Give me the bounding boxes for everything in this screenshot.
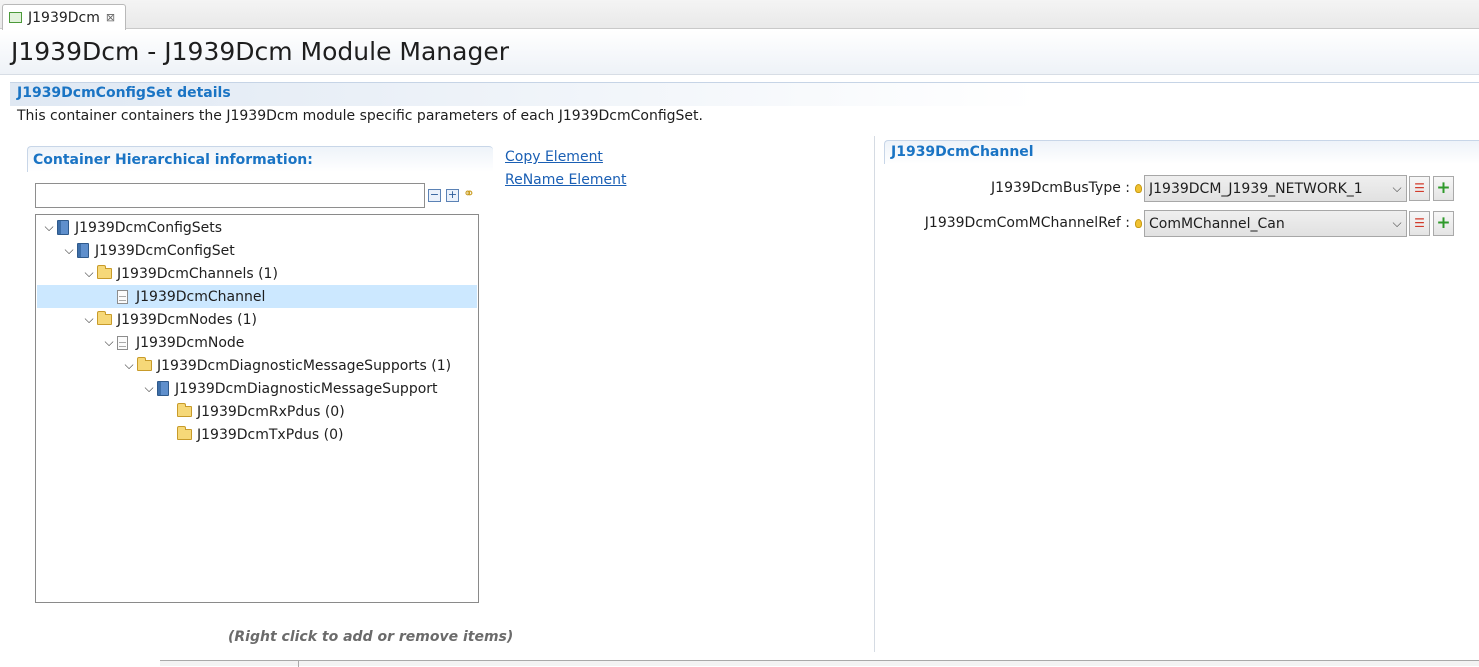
tree-item[interactable]: ⌵ J1939DcmDiagnosticMessageSupport: [141, 377, 438, 400]
container-tree[interactable]: ⌵ J1939DcmConfigSets ⌵ J1939DcmConfigSet ⌵ J1…: [35, 214, 479, 603]
comm-channel-ref-list-button[interactable]: ☰: [1409, 211, 1430, 236]
element-actions: Copy Element ReName Element: [505, 149, 626, 195]
chevron-down-icon[interactable]: ⌵: [81, 266, 97, 281]
editor-tab[interactable]: J1939Dcm ⊠: [2, 4, 126, 30]
tree-item-label: J1939DcmNodes (1): [117, 311, 257, 328]
folder-icon: [97, 265, 112, 279]
tree-item[interactable]: ⌵ J1939DcmChannels (1): [81, 262, 278, 285]
document-icon: [117, 335, 128, 350]
tree-filter-input[interactable]: [35, 183, 425, 208]
tree-hint: (Right click to add or remove items): [228, 629, 514, 645]
section-title: J1939DcmConfigSet details: [17, 85, 231, 101]
close-icon[interactable]: ⊠: [106, 11, 115, 24]
chevron-down-icon[interactable]: ⌵: [81, 312, 97, 327]
module-icon: [9, 12, 22, 23]
comm-channel-ref-label: J1939DcmComMChannelRef :: [924, 215, 1130, 231]
tree-item-label: J1939DcmTxPdus (0): [197, 426, 344, 443]
bus-type-value: J1939DCM_J1939_NETWORK_1: [1149, 180, 1363, 197]
editor-tab-label: J1939Dcm: [28, 9, 100, 26]
page-title: J1939Dcm - J1939Dcm Module Manager: [11, 37, 509, 66]
tree-item-label: J1939DcmDiagnosticMessageSupport: [175, 380, 438, 397]
bus-type-list-button[interactable]: ☰: [1409, 176, 1430, 201]
chevron-down-icon[interactable]: ⌵: [41, 220, 57, 235]
hierarchy-title: Container Hierarchical information:: [33, 152, 313, 168]
folder-icon: [97, 311, 112, 325]
config-icon: [77, 243, 89, 258]
chevron-down-icon: ⌵: [1392, 181, 1402, 195]
tree-item-label: J1939DcmConfigSets: [75, 219, 223, 236]
tree-item[interactable]: ⌵ J1939DcmNodes (1): [81, 308, 257, 331]
rename-element-link[interactable]: ReName Element: [505, 172, 626, 188]
comm-channel-ref-add-button[interactable]: +: [1433, 211, 1454, 236]
chevron-down-icon[interactable]: ⌵: [121, 358, 137, 373]
document-icon: [117, 289, 128, 304]
folder-icon: [177, 403, 192, 417]
tree-item[interactable]: J1939DcmTxPdus (0): [161, 423, 344, 446]
tree-item[interactable]: J1939DcmChannel: [37, 285, 477, 308]
tree-item[interactable]: ⌵ J1939DcmConfigSet: [61, 239, 235, 262]
tree-item[interactable]: ⌵ J1939DcmConfigSets: [41, 216, 222, 239]
bottom-tab-strip: [160, 660, 1479, 667]
config-icon: [57, 220, 69, 235]
comm-channel-ref-value: ComMChannel_Can: [1149, 215, 1285, 232]
tree-item[interactable]: ⌵ J1939DcmDiagnosticMessageSupports (1): [121, 354, 451, 377]
tree-item[interactable]: J1939DcmRxPdus (0): [161, 400, 345, 423]
editor-tab-strip: J1939Dcm ⊠: [0, 0, 1479, 30]
details-title: J1939DcmChannel: [891, 144, 1034, 160]
copy-element-link[interactable]: Copy Element: [505, 149, 626, 165]
folder-icon: [137, 357, 152, 371]
folder-icon: [177, 426, 192, 440]
tree-item-label: J1939DcmChannels (1): [117, 265, 278, 282]
config-icon: [157, 381, 169, 396]
page-header: J1939Dcm - J1939Dcm Module Manager: [0, 30, 1479, 75]
tree-item[interactable]: ⌵ J1939DcmNode: [101, 331, 244, 354]
link-with-editor-icon[interactable]: ⚭: [463, 186, 479, 202]
hint-bulb-icon: [1135, 184, 1142, 193]
chevron-down-icon[interactable]: ⌵: [101, 335, 117, 350]
tree-item-label: J1939DcmRxPdus (0): [197, 403, 345, 420]
tree-item-label: J1939DcmDiagnosticMessageSupports (1): [157, 357, 452, 374]
collapse-all-icon[interactable]: −: [428, 189, 441, 202]
tree-item-label: J1939DcmNode: [136, 334, 245, 351]
bus-type-add-button[interactable]: +: [1433, 176, 1454, 201]
comm-channel-ref-select[interactable]: ComMChannel_Can ⌵: [1144, 210, 1407, 237]
expand-all-icon[interactable]: +: [446, 189, 459, 202]
section-description: This container containers the J1939Dcm m…: [17, 108, 703, 124]
chevron-down-icon[interactable]: ⌵: [141, 381, 157, 396]
hint-bulb-icon: [1135, 219, 1142, 228]
bus-type-label: J1939DcmBusType :: [991, 180, 1130, 196]
chevron-down-icon: ⌵: [1392, 216, 1402, 230]
tree-item-label: J1939DcmChannel: [136, 288, 266, 305]
tree-item-label: J1939DcmConfigSet: [95, 242, 235, 259]
chevron-down-icon[interactable]: ⌵: [61, 243, 77, 258]
bus-type-select[interactable]: J1939DCM_J1939_NETWORK_1 ⌵: [1144, 175, 1407, 202]
panel-divider: [874, 136, 875, 652]
